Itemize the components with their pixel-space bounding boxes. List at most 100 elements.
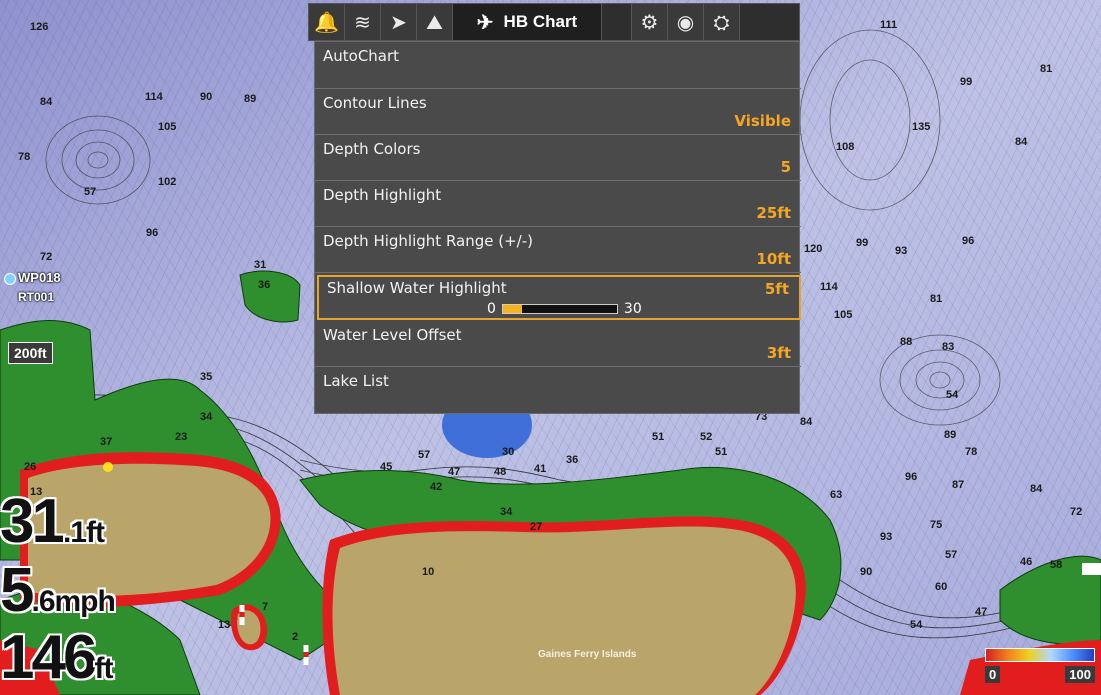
route-label[interactable]: RT001 — [18, 290, 54, 304]
depth-label: 105 — [834, 309, 852, 321]
depth-label: 105 — [158, 121, 176, 133]
map-edge-marker — [1082, 563, 1101, 575]
slider-track[interactable] — [501, 304, 618, 314]
gear-icon: ⚙ — [640, 10, 659, 34]
menu-item-value: Visible — [734, 112, 791, 130]
tab-alarms[interactable]: 🔔 — [309, 4, 345, 40]
menu-item-autochart[interactable]: AutoChart — [315, 42, 801, 89]
menu-item-label: Shallow Water Highlight — [327, 279, 507, 297]
tab-hb-chart[interactable]: ✈ HB Chart — [453, 4, 602, 40]
depth-label: 60 — [935, 581, 947, 593]
tab-hb-chart-label: HB Chart — [503, 12, 578, 31]
depth-label: 7 — [262, 601, 268, 613]
menu-item-value: 10ft — [756, 250, 791, 268]
depth-label: 63 — [830, 489, 842, 501]
navigation-icon: ➤ — [390, 10, 407, 34]
depth-label: 90 — [200, 91, 212, 103]
depth-label: 58 — [1050, 559, 1062, 571]
depth-label: 51 — [652, 431, 664, 443]
depth-label: 114 — [820, 281, 839, 293]
waypoint-icon — [4, 272, 16, 285]
depth-label: 75 — [930, 519, 942, 531]
depth-label: 111 — [880, 19, 897, 31]
heading-value: 146 — [0, 623, 97, 692]
depth-label: 99 — [856, 237, 868, 249]
depth-label: 78 — [965, 446, 977, 458]
hb-chart-menu: AutoChart Contour Lines Visible Depth Co… — [314, 41, 801, 414]
tab-spacer — [602, 4, 632, 40]
speed-unit: .6mph — [31, 585, 115, 618]
menu-item-water-level-offset[interactable]: Water Level Offset 3ft — [315, 321, 801, 367]
depth-label: 89 — [944, 429, 956, 441]
slider-fill — [502, 305, 523, 313]
heading-readout: 146ft — [0, 622, 113, 693]
depth-value: 31 — [0, 487, 66, 556]
menu-item-label: Contour Lines — [323, 94, 427, 112]
depth-label: 54 — [946, 389, 959, 401]
depth-label: 135 — [912, 121, 930, 133]
depth-label: 99 — [960, 76, 972, 88]
depth-label: 93 — [895, 245, 907, 257]
menu-item-depth-colors[interactable]: Depth Colors 5 — [315, 135, 801, 181]
tab-navigation[interactable]: ➤ — [381, 4, 417, 40]
depth-label: 84 — [40, 96, 53, 108]
depth-label: 45 — [380, 461, 392, 473]
depth-label: 47 — [448, 466, 460, 478]
menu-item-lake-list[interactable]: Lake List — [315, 367, 801, 413]
depth-label: 84 — [1030, 483, 1043, 495]
menu-item-value: 5ft — [764, 280, 789, 298]
depth-label: 57 — [418, 449, 430, 461]
depth-label: 13 — [218, 619, 230, 631]
depth-label: 120 — [804, 243, 822, 255]
depth-label: 48 — [494, 466, 506, 478]
tab-views[interactable]: ◉ — [668, 4, 704, 40]
depth-label: 57 — [945, 549, 957, 561]
tab-sonar[interactable]: ≋ — [345, 4, 381, 40]
depth-label: 126 — [30, 21, 48, 33]
heading-unit: ft — [94, 652, 113, 685]
menu-item-shallow-water-highlight[interactable]: Shallow Water Highlight 5ft 0 30 — [317, 275, 801, 320]
depth-label: 88 — [900, 336, 912, 348]
legend-low: 0 — [985, 666, 1001, 683]
menu-item-label: AutoChart — [323, 47, 400, 65]
depth-label: 34 — [200, 411, 213, 423]
shallow-water-slider[interactable]: 0 30 — [487, 301, 642, 317]
map-range: 200ft — [8, 342, 53, 364]
island-label: Gaines Ferry Islands — [538, 649, 637, 660]
depth-label: 36 — [566, 454, 578, 466]
depth-label: 102 — [158, 176, 176, 188]
tab-network[interactable]: ⛭ — [704, 4, 740, 40]
depth-label: 84 — [1015, 136, 1028, 148]
tab-chart[interactable]: ⛰ — [417, 4, 453, 40]
menu-item-label: Lake List — [323, 372, 389, 390]
menu-item-contour-lines[interactable]: Contour Lines Visible — [315, 89, 801, 135]
depth-label: 72 — [40, 251, 52, 263]
depth-label: 41 — [534, 463, 546, 475]
menu-item-label: Depth Colors — [323, 140, 421, 158]
network-icon: ⛭ — [713, 10, 730, 34]
waypoint-marker[interactable]: WP018 — [4, 270, 61, 285]
menu-item-depth-highlight-range[interactable]: Depth Highlight Range (+/-) 10ft — [315, 227, 801, 273]
depth-label: 93 — [880, 531, 892, 543]
depth-label: 108 — [836, 141, 854, 153]
depth-label: 27 — [530, 521, 542, 533]
menu-item-value: 3ft — [766, 344, 791, 362]
menu-item-depth-highlight[interactable]: Depth Highlight 25ft — [315, 181, 801, 227]
depth-label: 52 — [700, 431, 712, 443]
legend-high: 100 — [1065, 666, 1095, 683]
depth-label: 57 — [84, 186, 96, 198]
depth-label: 2 — [292, 631, 298, 643]
depth-label: 114 — [145, 91, 164, 103]
chart-map-icon: ⛰ — [426, 10, 443, 34]
depth-label: 23 — [175, 431, 187, 443]
depth-label: 36 — [258, 279, 270, 291]
menu-tab-bar: 🔔 ≋ ➤ ⛰ ✈ HB Chart ⚙ ◉ ⛭ — [308, 3, 800, 41]
depth-unit: .1ft — [62, 516, 105, 549]
speed-value: 5 — [0, 556, 35, 625]
tab-settings[interactable]: ⚙ — [632, 4, 668, 40]
depth-label: 81 — [1040, 63, 1052, 75]
depth-label: 47 — [975, 606, 987, 618]
humminbird-logo-icon: ✈ — [476, 11, 494, 34]
slider-min-label: 0 — [487, 301, 496, 317]
depth-label: 37 — [100, 436, 112, 448]
